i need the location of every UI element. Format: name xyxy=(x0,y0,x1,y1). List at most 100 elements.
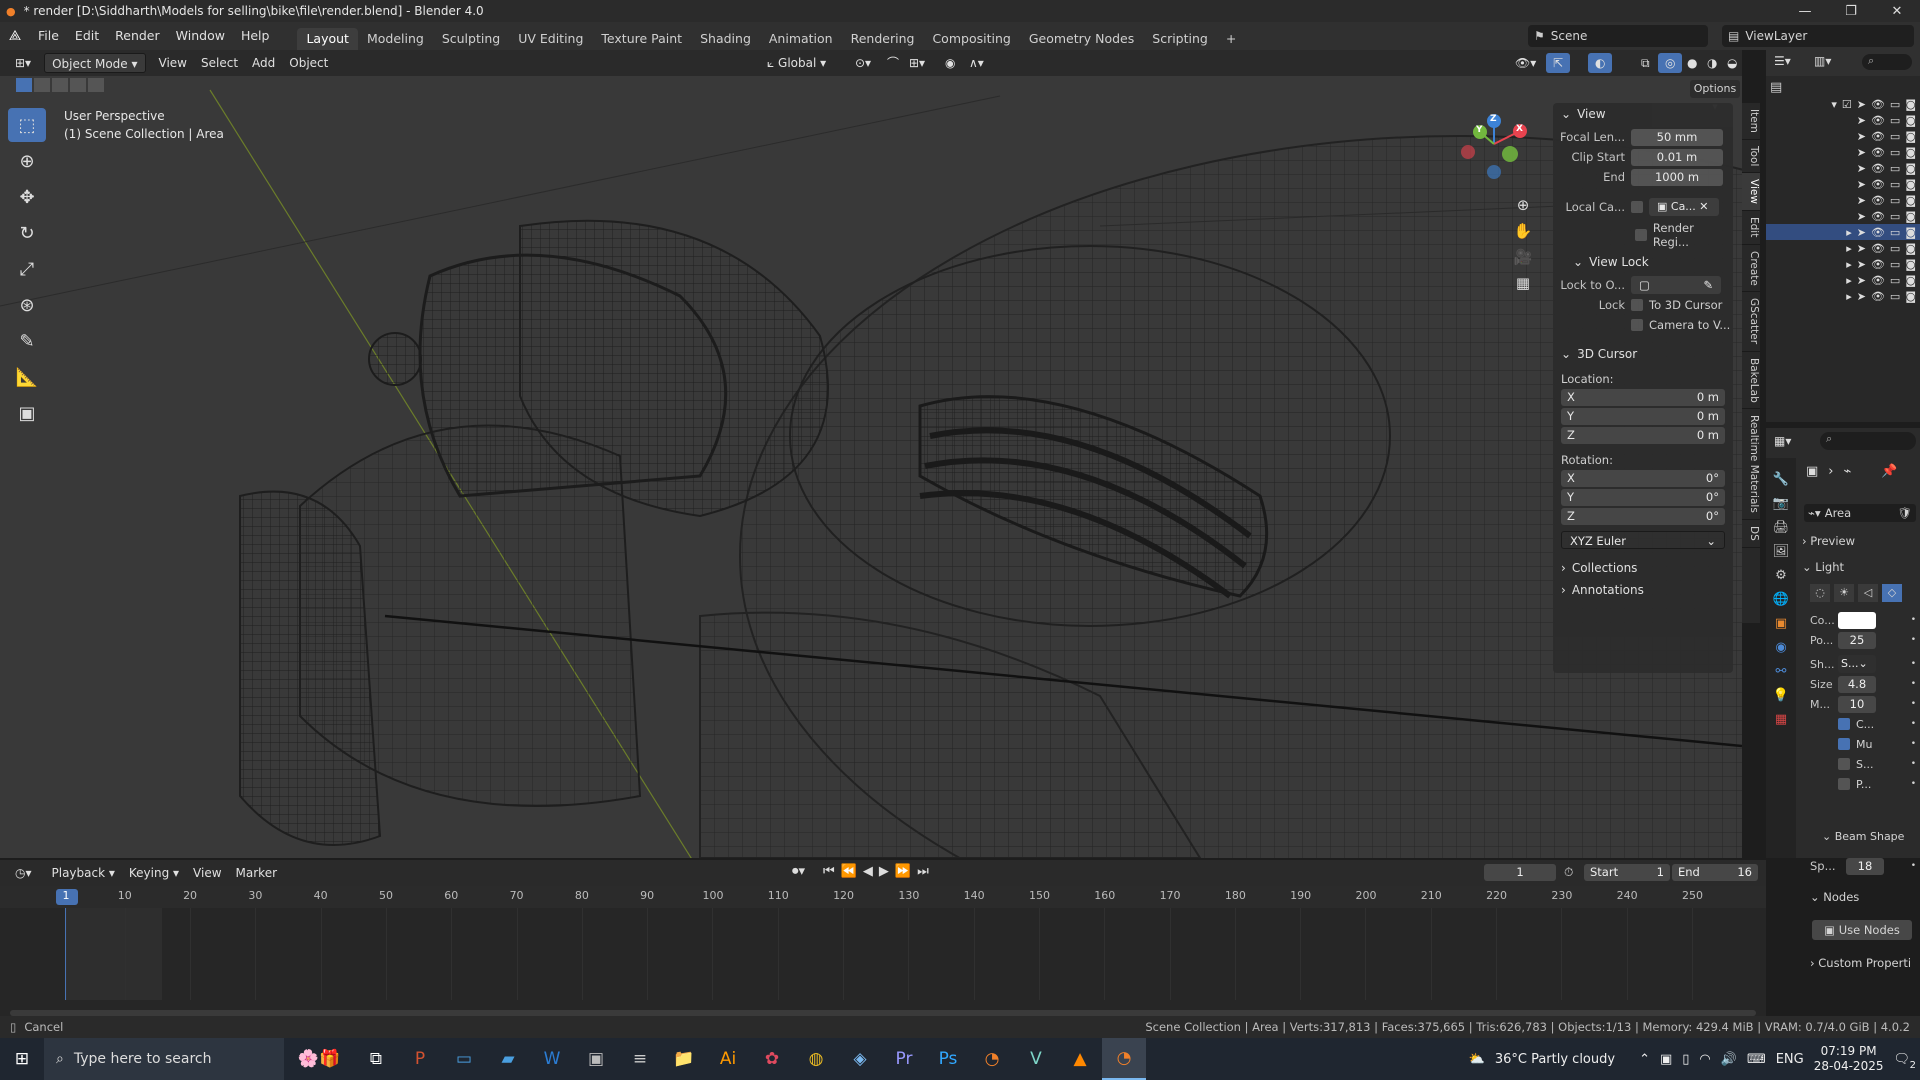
proportional-edit-icon[interactable]: ◉ xyxy=(938,53,962,73)
menu-playback[interactable]: Playback ▾ xyxy=(45,863,122,883)
color-swatch[interactable] xyxy=(1838,611,1876,629)
power-field[interactable]: 25 xyxy=(1838,631,1876,649)
menu-edit[interactable]: Edit xyxy=(67,22,107,50)
list-item[interactable]: ▸ ➤ 👁 ▭ ◙ xyxy=(1766,288,1920,304)
physics-icon[interactable]: ◉ xyxy=(1775,640,1786,655)
photoshop-icon[interactable]: Ps xyxy=(926,1038,970,1080)
list-item[interactable]: ➤ 👁 ▭ ◙ xyxy=(1766,112,1920,128)
view-layer-icon[interactable]: 🖼 xyxy=(1773,544,1790,559)
camera-to-view-checkbox[interactable] xyxy=(1631,319,1643,331)
tab-tool[interactable]: Tool xyxy=(1742,140,1760,174)
display-mode-icon[interactable]: ▥▾ xyxy=(1814,54,1831,68)
tab-create[interactable]: Create xyxy=(1742,245,1760,293)
list-item[interactable]: ▸ ➤ 👁 ▭ ◙ xyxy=(1766,240,1920,256)
filter-icon[interactable]: ▤ xyxy=(1770,80,1782,95)
cursor-rotation-y[interactable]: Y 0° xyxy=(1561,489,1725,506)
wireframe-shading-icon[interactable]: ◎ xyxy=(1658,53,1683,73)
move-tool-icon[interactable]: ✥ xyxy=(8,180,46,214)
constraints-icon[interactable]: ⚯ xyxy=(1776,664,1787,679)
keyframe-dot-icon[interactable]: • xyxy=(1911,719,1916,729)
select-new-icon[interactable] xyxy=(16,78,32,92)
navigation-gizmo[interactable]: Z X Y xyxy=(1460,112,1540,192)
menu-keying[interactable]: Keying ▾ xyxy=(122,863,186,883)
tray-app-icon[interactable]: ▣ xyxy=(1660,1052,1672,1067)
view-panel-header[interactable]: ⌄ View xyxy=(1553,103,1733,125)
play-icon[interactable]: ▶ xyxy=(879,864,889,879)
size-field[interactable]: 4.8 xyxy=(1838,675,1876,693)
point-light-icon[interactable]: ◌ xyxy=(1810,584,1830,602)
flowers-widget-icon[interactable]: 🌸🎁 xyxy=(284,1038,354,1080)
editor-type-icon[interactable]: ⊞▾ xyxy=(8,53,38,73)
volume-icon[interactable]: 🔊 xyxy=(1721,1052,1737,1067)
word-icon[interactable]: W xyxy=(530,1038,574,1080)
rotate-tool-icon[interactable]: ↻ xyxy=(8,216,46,250)
scale-tool-icon[interactable]: ⤢ xyxy=(8,252,46,286)
tab-rendering[interactable]: Rendering xyxy=(842,28,924,50)
menu-file[interactable]: File xyxy=(30,22,67,50)
tab-ds[interactable]: DS xyxy=(1742,520,1760,548)
area-light-icon[interactable]: ◇ xyxy=(1882,584,1902,602)
cursor-location-x[interactable]: X0 m xyxy=(1561,389,1725,406)
list-item[interactable]: ➤ 👁 ▭ ◙ xyxy=(1766,144,1920,160)
viewlayer-selector[interactable]: ▤ ViewLayer xyxy=(1722,25,1914,47)
tab-texture-paint[interactable]: Texture Paint xyxy=(592,28,691,50)
object-mode-dropdown[interactable]: Object Mode ▾ xyxy=(44,53,146,73)
keyframe-dot-icon[interactable]: • xyxy=(1911,635,1916,645)
focal-length-field[interactable]: 50 mm xyxy=(1631,128,1723,146)
select-box-tool-icon[interactable]: ⬚ xyxy=(8,108,46,142)
light-panel-header[interactable]: ⌄ Light xyxy=(1802,560,1844,574)
list-item[interactable]: ➤ 👁 ▭ ◙ xyxy=(1766,192,1920,208)
select-intersect-icon[interactable] xyxy=(88,78,104,92)
keyframe-dot-icon[interactable]: • xyxy=(1911,779,1916,789)
tab-view[interactable]: View xyxy=(1742,173,1760,212)
tool-settings-icon[interactable]: 🔧 xyxy=(1773,472,1789,487)
tab-modeling[interactable]: Modeling xyxy=(358,28,433,50)
task-view-icon[interactable]: ⧉ xyxy=(354,1038,398,1080)
shape-dropdown[interactable]: S...⌄ xyxy=(1838,655,1876,673)
notification-icon[interactable]: 🗨 2 xyxy=(1893,1052,1916,1071)
pan-hand-icon[interactable]: ✋ xyxy=(1514,222,1533,240)
minimize-button[interactable]: — xyxy=(1782,0,1828,22)
menu-marker[interactable]: Marker xyxy=(229,863,284,883)
chrome-icon[interactable]: ◍ xyxy=(794,1038,838,1080)
render-region-checkbox[interactable] xyxy=(1635,229,1647,241)
blender-menu-icon[interactable]: ⟁ xyxy=(0,28,30,44)
menu-object[interactable]: Object xyxy=(282,53,335,73)
maximize-button[interactable]: ❐ xyxy=(1828,0,1874,22)
weather-icon[interactable]: ⛅ xyxy=(1469,1052,1485,1067)
battery-icon[interactable]: ▯ xyxy=(1682,1052,1689,1067)
tab-scripting[interactable]: Scripting xyxy=(1143,28,1217,50)
clip-end-field[interactable]: 1000 m xyxy=(1631,168,1723,186)
transform-orientation-dropdown[interactable]: ⟀ Global ▾ xyxy=(760,53,833,73)
app-v-icon[interactable]: V xyxy=(1014,1038,1058,1080)
scene-selector[interactable]: ⚑ Scene xyxy=(1528,25,1708,47)
object-properties-icon[interactable]: ▣ xyxy=(1775,616,1787,631)
keyframe-dot-icon[interactable]: • xyxy=(1911,759,1916,769)
select-extend-icon[interactable] xyxy=(34,78,50,92)
remote-desktop-icon[interactable]: ▭ xyxy=(442,1038,486,1080)
timeline-editor-icon[interactable]: ◷▾ xyxy=(8,863,39,883)
close-button[interactable]: ✕ xyxy=(1874,0,1920,22)
keyframe-dot-icon[interactable]: • xyxy=(1911,615,1916,625)
tab-geometry-nodes[interactable]: Geometry Nodes xyxy=(1020,28,1143,50)
nodes-panel-header[interactable]: ⌄ Nodes xyxy=(1810,890,1859,904)
add-cube-tool-icon[interactable]: ▣ xyxy=(8,396,46,430)
tab-item[interactable]: Item xyxy=(1742,103,1760,140)
jump-keyframe-forward-icon[interactable]: ⏩ xyxy=(895,864,911,879)
menu-help[interactable]: Help xyxy=(233,22,278,50)
portal-checkbox[interactable] xyxy=(1838,778,1850,790)
microsoft365-icon[interactable]: ◈ xyxy=(838,1038,882,1080)
local-camera-field[interactable]: ▣ Ca... ✕ xyxy=(1649,198,1719,216)
premiere-icon[interactable]: Pr xyxy=(882,1038,926,1080)
list-item[interactable]: ➤ 👁 ▭ ◙ xyxy=(1766,128,1920,144)
menu-add[interactable]: Add xyxy=(245,53,282,73)
shadow-caustics-checkbox[interactable] xyxy=(1838,758,1850,770)
tab-sculpting[interactable]: Sculpting xyxy=(433,28,509,50)
world-properties-icon[interactable]: 🌐 xyxy=(1773,592,1789,607)
render-properties-icon[interactable]: 📷 xyxy=(1773,496,1789,511)
annotations-header[interactable]: › Annotations xyxy=(1553,579,1733,601)
tab-edit[interactable]: Edit xyxy=(1742,211,1760,245)
menu-window[interactable]: Window xyxy=(168,22,233,50)
output-properties-icon[interactable]: 🖨 xyxy=(1773,520,1790,535)
properties-search-icon[interactable]: ⌕ xyxy=(1820,432,1916,450)
